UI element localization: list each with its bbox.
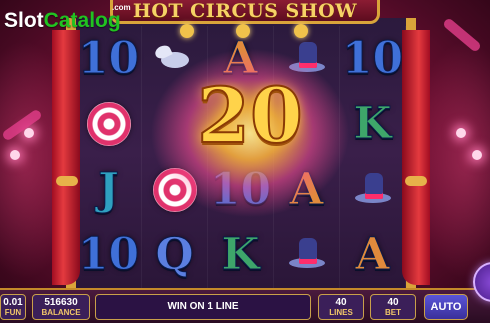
star-ornament-icon — [180, 24, 194, 38]
win-amount: 20 — [196, 71, 304, 160]
lines-value: 40 — [335, 297, 347, 308]
star-ornament-icon — [236, 24, 250, 38]
balance-display: 516630 BALANCE — [32, 294, 90, 320]
curtain-tie — [405, 176, 427, 186]
lines-selector[interactable]: 40 LINES — [318, 294, 364, 320]
balance-label: BALANCE — [41, 308, 81, 317]
bet-selector[interactable]: 40 BET — [370, 294, 416, 320]
curtain-tie — [56, 176, 78, 186]
stage-light — [10, 150, 20, 160]
coin-value-display[interactable]: 0.01 FUN — [0, 294, 26, 320]
right-curtain — [402, 30, 430, 285]
magician-hat-icon — [353, 172, 393, 207]
site-watermark: SlotCatalog .com — [4, 4, 131, 32]
stage-light — [472, 150, 482, 160]
watermark-slot: Slot — [4, 9, 44, 32]
left-curtain — [52, 30, 80, 285]
balance-value: 516630 — [44, 297, 78, 308]
reel-cell: 10 — [76, 222, 142, 288]
slot-game-screen: 10 A 10 K J 10 A 10 Q K A 20 HOT CIRCUS … — [0, 0, 490, 323]
watermark-com: .com — [112, 3, 131, 12]
control-bar: 0.01 FUN 516630 BALANCE WIN ON 1 LINE 40… — [0, 288, 490, 323]
reel-cell: Q — [142, 222, 208, 288]
symbol-k: K — [353, 98, 392, 150]
bet-label: BET — [385, 308, 401, 317]
lines-label: LINES — [329, 308, 353, 317]
symbol-10: 10 — [77, 32, 140, 84]
coin-label: FUN — [4, 308, 22, 317]
auto-button[interactable]: AUTO — [424, 294, 468, 320]
reel-cell — [274, 222, 340, 288]
bet-value: 40 — [387, 297, 399, 308]
coin-value: 0.01 — [3, 297, 23, 308]
game-title: HOT CIRCUS SHOW — [132, 0, 358, 22]
symbol-j: J — [98, 163, 120, 215]
reel-cell — [76, 91, 142, 157]
target-icon — [86, 102, 131, 147]
win-message: WIN ON 1 LINE — [95, 294, 311, 320]
symbol-10: 10 — [341, 32, 404, 84]
symbol-10: 10 — [77, 229, 140, 281]
symbol-k: K — [221, 229, 260, 281]
reel-cell: A — [340, 222, 406, 288]
reel-cell: 10 — [76, 26, 142, 92]
watermark-catalog: Catalog — [43, 9, 121, 32]
reel-cell: K — [208, 222, 274, 288]
magician-hat-icon — [287, 238, 327, 272]
stage-light — [456, 128, 466, 138]
reel-cell: J — [76, 157, 142, 223]
stage-light — [24, 128, 34, 138]
star-ornament-icon — [294, 24, 308, 38]
symbol-a: A — [355, 229, 390, 281]
symbol-q: Q — [155, 229, 194, 281]
